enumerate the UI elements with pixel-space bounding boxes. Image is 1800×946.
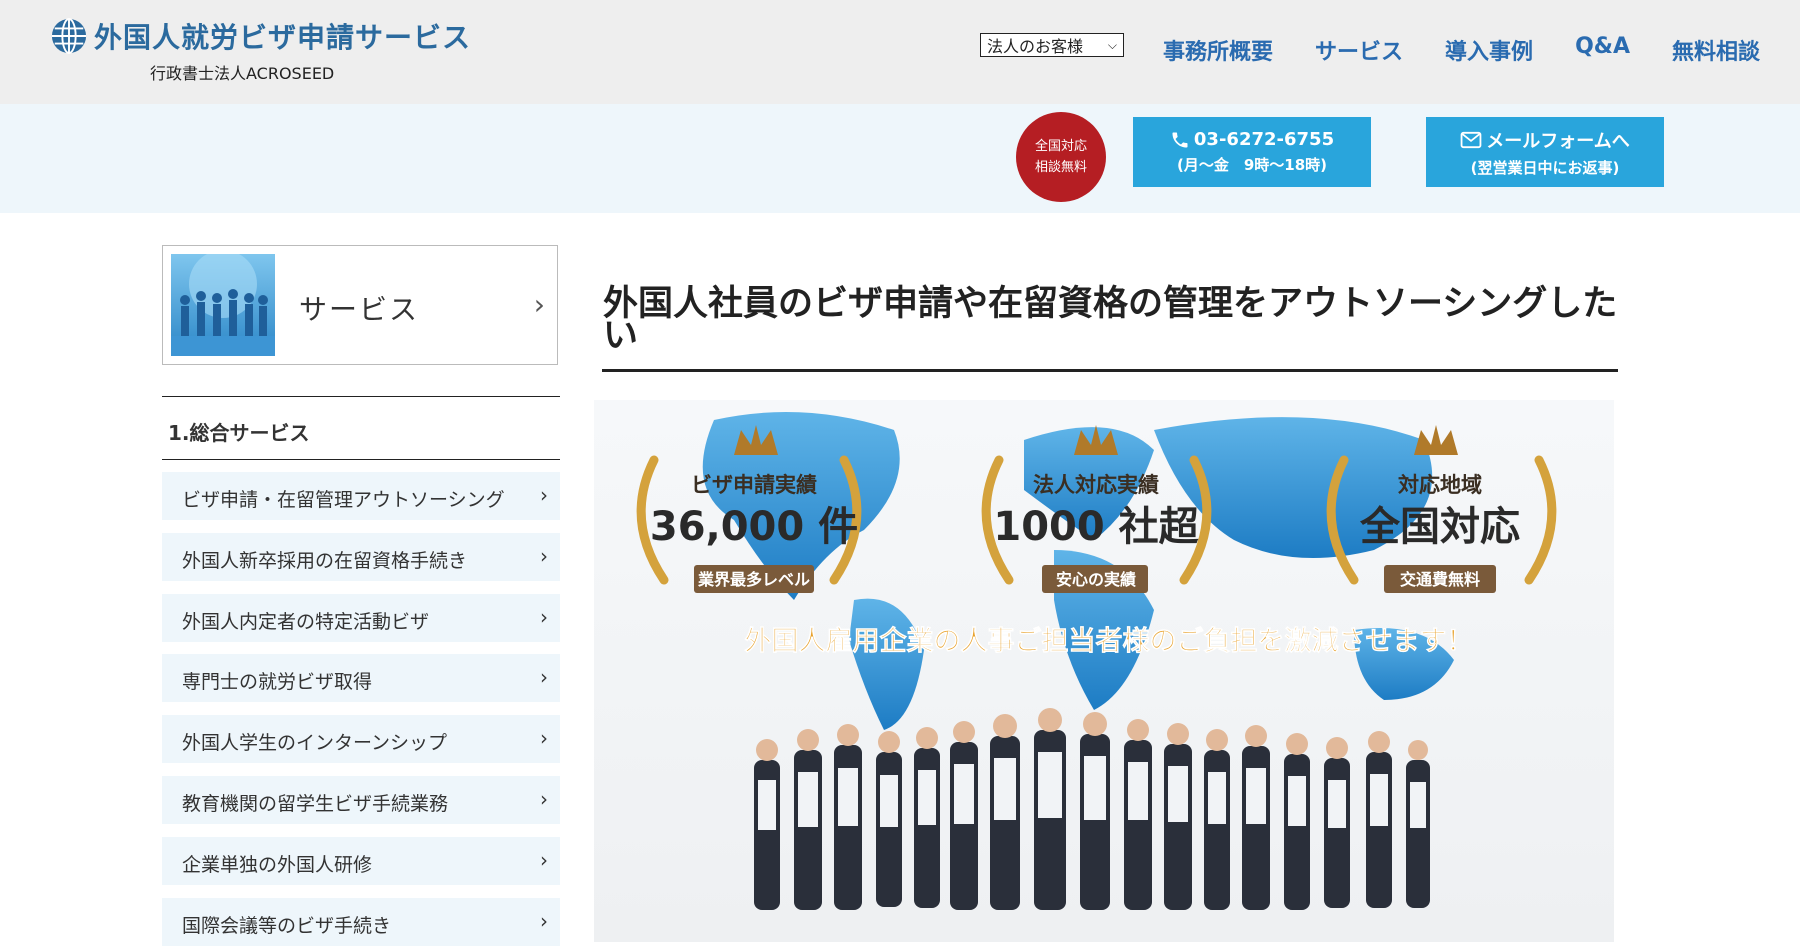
logo-subtitle: 行政書士法人ACROSEED [150,64,335,83]
mail-icon [1460,131,1482,148]
nav-cases[interactable]: 導入事例 [1445,34,1533,66]
hero-tagline: 外国人雇用企業の人事ご担当者様のご負担を激減させます！ [745,625,1474,657]
nav-about[interactable]: 事務所概要 [1163,34,1273,66]
menu-item-label: 専門士の就労ビザ取得 [182,671,373,693]
award-1-label: ビザ申請実績 [691,473,817,497]
menu-item-label: ビザ申請・在留管理アウトソーシング [182,489,505,511]
site-header: 外国人就労ビザ申請サービス 行政書士法人ACROSEED 法人のお客様 ⌵ 事務… [0,0,1800,104]
chevron-right-icon: › [533,288,545,321]
page-title: 外国人社員のビザ申請や在留資格の管理をアウトソーシングしたい [603,284,1618,356]
award-3-label: 対応地域 [1398,473,1482,497]
chevron-right-icon: › [540,544,548,568]
chevron-right-icon: › [540,605,548,629]
chevron-down-icon: ⌵ [1107,37,1117,52]
phone-hours: (月～金 9時～18時) [1176,156,1328,174]
customer-type-value: 法人のお客様 [987,37,1084,56]
chevron-right-icon: › [540,726,548,750]
menu-item-label: 外国人内定者の特定活動ビザ [182,611,430,633]
award-2-label: 法人対応実績 [1033,473,1159,497]
phone-icon [1172,132,1188,147]
menu-item-label: 外国人新卒採用の在留資格手続き [182,550,468,572]
chevron-right-icon: › [540,665,548,689]
phone-number: 03-6272-6755 [1193,129,1335,150]
phone-button[interactable]: 03-6272-6755 (月～金 9時～18時) [1133,117,1371,187]
chevron-right-icon: › [540,483,548,507]
chevron-right-icon: › [540,909,548,933]
title-divider [602,369,1618,372]
menu-item-new-graduate[interactable]: 外国人新卒採用の在留資格手続き › [162,533,560,581]
mail-label: メールフォームへ [1486,130,1630,152]
globe-icon [51,17,87,55]
customer-type-select[interactable]: 法人のお客様 ⌵ [980,33,1124,57]
menu-item-visa-outsourcing[interactable]: ビザ申請・在留管理アウトソーシング › [162,472,560,520]
award-3-value: 全国対応 [1359,504,1520,550]
logo-title: 外国人就労ビザ申請サービス [94,21,472,54]
nav-qa[interactable]: Q&A [1575,34,1630,66]
chevron-right-icon: › [540,848,548,872]
award-3-ribbon: 交通費無料 [1400,570,1480,589]
section-heading: 1.総合サービス [162,396,560,460]
service-card-image [171,254,275,356]
award-2-value: 1000 社超 [993,504,1199,550]
section-heading-label: 1.総合サービス [168,421,310,445]
main-nav: 事務所概要 サービス 導入事例 Q&A 無料相談 [1163,34,1760,66]
award-1-ribbon: 業界最多レベル [697,570,810,589]
badge-line2: 相談無料 [1034,160,1087,175]
chevron-right-icon: › [540,787,548,811]
site-logo[interactable]: 外国人就労ビザ申請サービス [50,16,471,56]
free-consultation-badge: 全国対応 相談無料 [1016,112,1106,202]
nav-services[interactable]: サービス [1315,34,1403,66]
menu-item-label: 教育機関の留学生ビザ手続業務 [182,793,449,815]
menu-item-internship[interactable]: 外国人学生のインターンシップ › [162,715,560,763]
mail-note: (翌営業日中にお返事) [1470,158,1620,177]
menu-item-corporate-training[interactable]: 企業単独の外国人研修 › [162,837,560,885]
service-card[interactable]: サービス › [162,245,558,365]
menu-item-international-conference[interactable]: 国際会議等のビザ手続き › [162,898,560,946]
nav-free-consultation[interactable]: 無料相談 [1672,34,1760,66]
menu-item-student-visa[interactable]: 教育機関の留学生ビザ手続業務 › [162,776,560,824]
menu-item-label: 外国人学生のインターンシップ [182,732,448,754]
mail-form-button[interactable]: メールフォームへ (翌営業日中にお返事) [1426,117,1664,187]
service-card-title: サービス [299,293,420,326]
menu-item-specialist-visa[interactable]: 専門士の就労ビザ取得 › [162,654,560,702]
award-1-value: 36,000 件 [650,504,858,550]
menu-item-label: 国際会議等のビザ手続き [182,915,392,937]
award-2-ribbon: 安心の実績 [1056,570,1136,589]
hero-banner: ビザ申請実績 36,000 件 業界最多レベル 法人対応実績 1000 社超 安… [594,400,1614,942]
badge-line1: 全国対応 [1034,139,1087,154]
menu-item-designated-activities[interactable]: 外国人内定者の特定活動ビザ › [162,594,560,642]
menu-item-label: 企業単独の外国人研修 [182,854,373,876]
